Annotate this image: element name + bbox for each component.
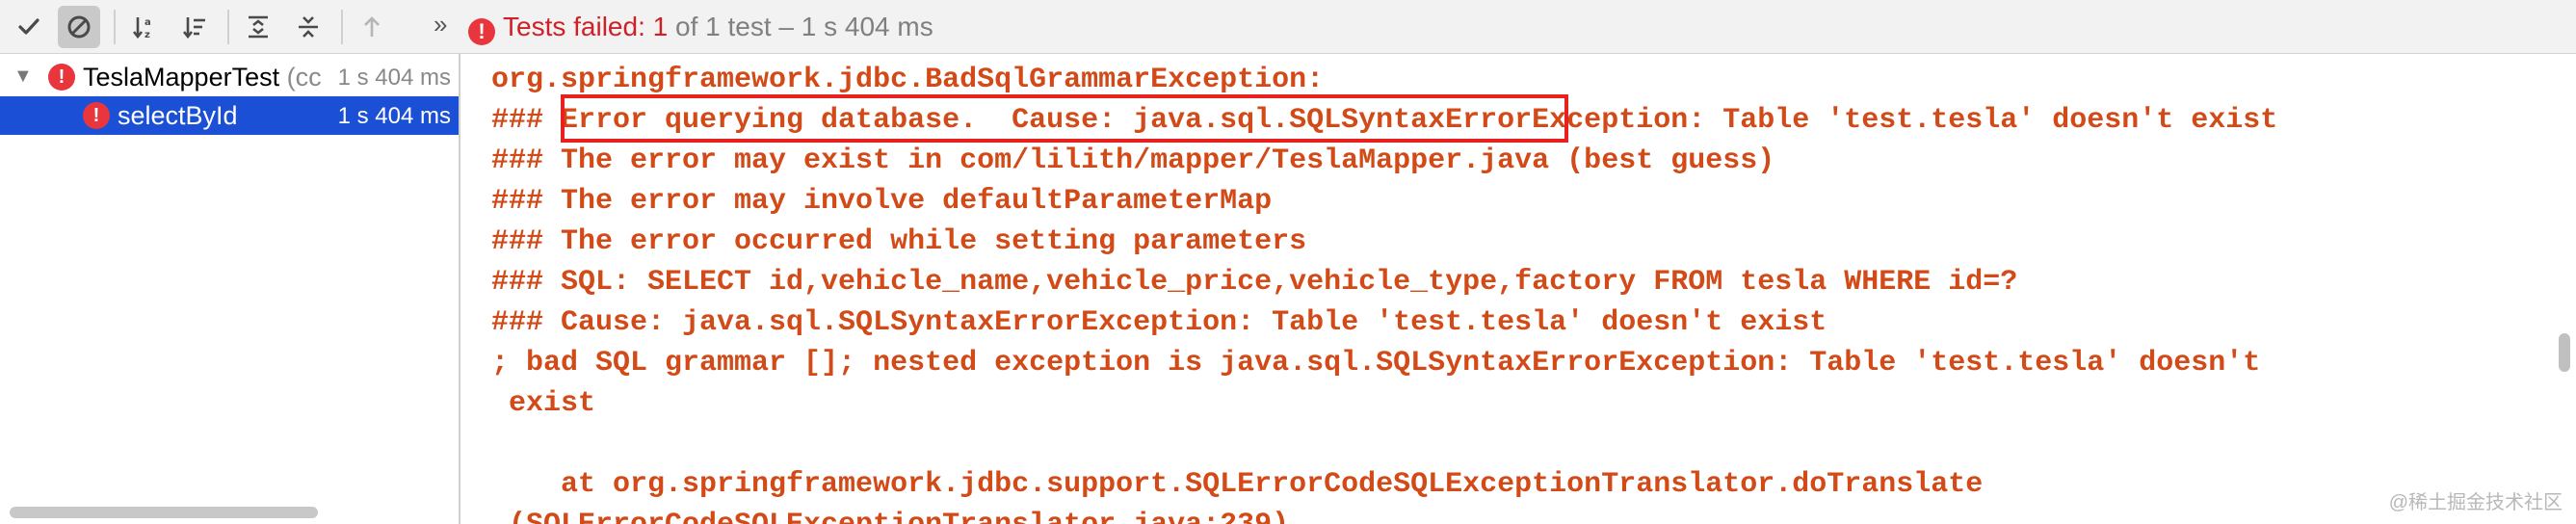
console-line: ### The error may exist in com/lilith/ma…	[491, 144, 1775, 177]
console-line: (SQLErrorCodeSQLExceptionTranslator.java…	[491, 505, 1289, 524]
collapse-all-icon	[299, 16, 318, 38]
show-passed-button[interactable]	[8, 6, 50, 48]
console-line: ### The error occurred while setting par…	[491, 225, 1307, 258]
tree-item-test-class[interactable]: ▼ ! TeslaMapperTest (cc 1 s 404 ms	[0, 58, 459, 96]
sort-by-duration-button[interactable]	[173, 6, 216, 48]
console-line: exist	[491, 387, 596, 420]
sort-alpha-icon: a z	[132, 17, 151, 40]
tree-item-label: selectById	[118, 101, 238, 130]
horizontal-scrollbar[interactable]	[10, 507, 318, 518]
vertical-scrollbar[interactable]	[2559, 333, 2570, 372]
tree-item-label: TeslaMapperTest (cc	[83, 63, 322, 92]
status-details: of 1 test – 1 s 404 ms	[675, 12, 933, 41]
console-line: at org.springframework.jdbc.support.SQLE…	[491, 468, 1984, 501]
expand-all-icon	[249, 15, 268, 39]
failed-test-icon: !	[48, 64, 75, 91]
console-line: ### The error may involve defaultParamet…	[491, 185, 1273, 218]
error-icon: !	[468, 18, 495, 45]
failed-count: 1	[652, 12, 669, 41]
console-output[interactable]: org.springframework.jdbc.BadSqlGrammarEx…	[460, 54, 2576, 524]
previous-failed-test-button[interactable]	[351, 6, 393, 48]
check-icon	[18, 18, 39, 35]
test-status-summary: ! Tests failed: 1 of 1 test – 1 s 404 ms	[468, 10, 933, 45]
ignored-icon	[67, 15, 91, 39]
svg-text:a: a	[145, 17, 151, 28]
test-tree: ▼ ! TeslaMapperTest (cc 1 s 404 ms ! sel…	[0, 54, 460, 524]
test-runner-toolbar: a z » ! Tests failed: 1 of 1 test – 1 s …	[0, 0, 2576, 54]
tree-item-duration: 1 s 404 ms	[337, 103, 451, 129]
toolbar-separator	[341, 10, 343, 44]
console-line: ; bad SQL grammar []; nested exception i…	[491, 347, 2261, 380]
sort-duration-icon	[182, 17, 205, 39]
failed-test-icon: !	[83, 102, 110, 129]
arrow-up-icon	[364, 16, 380, 37]
console-line: ### SQL: SELECT id,vehicle_name,vehicle_…	[491, 266, 2018, 299]
expand-arrow-icon[interactable]: ▼	[13, 66, 33, 88]
sort-alphabetically-button[interactable]: a z	[123, 6, 166, 48]
svg-text:z: z	[145, 30, 150, 40]
expand-all-button[interactable]	[237, 6, 279, 48]
tree-item-test-method[interactable]: ! selectById 1 s 404 ms	[0, 96, 459, 135]
collapse-all-button[interactable]	[287, 6, 329, 48]
show-ignored-button[interactable]	[58, 6, 100, 48]
tree-item-duration: 1 s 404 ms	[337, 65, 451, 91]
more-toolbar-items-button[interactable]: »	[434, 10, 447, 39]
error-highlight-box	[561, 94, 1568, 143]
console-line: ### Cause: java.sql.SQLSyntaxErrorExcept…	[491, 306, 1827, 339]
status-label: Tests failed:	[503, 12, 645, 41]
watermark: @稀土掘金技术社区	[2388, 492, 2563, 513]
toolbar-separator	[114, 10, 116, 44]
toolbar-separator	[227, 10, 229, 44]
